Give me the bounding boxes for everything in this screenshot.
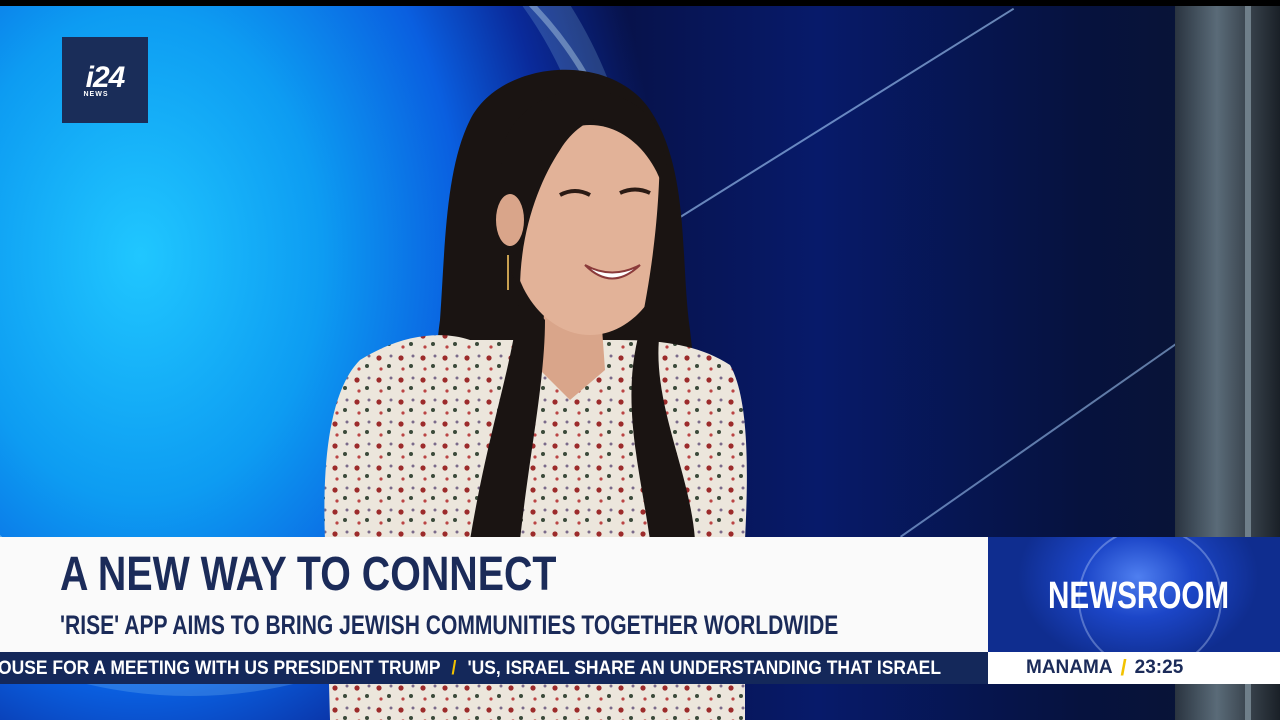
logo-mark: i24: [85, 60, 126, 94]
clock-city: MANAMA: [1026, 657, 1113, 678]
location-clock: MANAMA / 23:25: [988, 652, 1280, 684]
ticker-item: OUSE FOR A MEETING WITH US PRESIDENT TRU…: [0, 658, 441, 679]
channel-logo: i24 NEWS: [62, 37, 148, 123]
program-badge: NEWSROOM: [988, 537, 1280, 652]
clock-separator: /: [1120, 655, 1127, 680]
logo-subtitle: NEWS: [83, 90, 109, 98]
ticker-separator: /: [451, 658, 457, 679]
ticker-item: 'US, ISRAEL SHARE AN UNDERSTANDING THAT …: [467, 658, 942, 679]
lower-third-headline: A NEW WAY TO CONNECT: [60, 548, 557, 601]
lower-third-subheadline: 'RISE' APP AIMS TO BRING JEWISH COMMUNIT…: [60, 610, 839, 640]
ticker-text: OUSE FOR A MEETING WITH US PRESIDENT TRU…: [0, 658, 941, 680]
clock-time: 23:25: [1134, 657, 1184, 678]
news-ticker: OUSE FOR A MEETING WITH US PRESIDENT TRU…: [0, 652, 988, 684]
lower-third: A NEW WAY TO CONNECT 'RISE' APP AIMS TO …: [0, 537, 988, 652]
program-name: NEWSROOM: [1048, 575, 1230, 617]
